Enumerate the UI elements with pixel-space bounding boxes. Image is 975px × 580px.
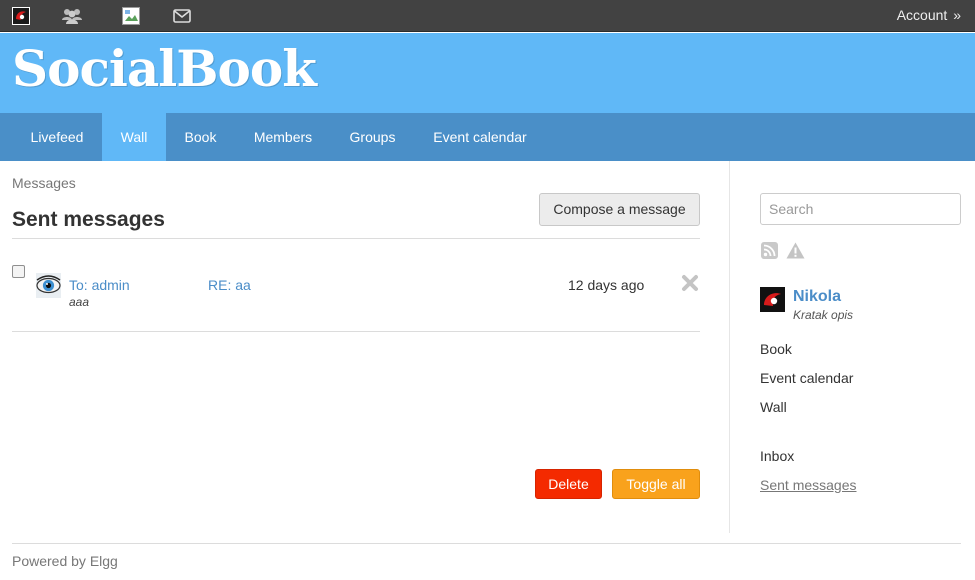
- rss-icon[interactable]: [761, 242, 778, 259]
- page-title: Sent messages: [12, 208, 165, 231]
- friends-icon[interactable]: [61, 6, 83, 26]
- sidebar-link-wall[interactable]: Wall: [760, 399, 787, 415]
- report-warning-icon[interactable]: [786, 242, 805, 259]
- message-subject[interactable]: RE: aa: [208, 277, 251, 293]
- footer-powered-by[interactable]: Powered by Elgg: [12, 553, 118, 569]
- account-menu[interactable]: Account »: [895, 7, 961, 23]
- nav-item-groups[interactable]: Groups: [331, 113, 414, 161]
- sidebar-link-sent-messages[interactable]: Sent messages: [760, 477, 857, 493]
- message-excerpt: aaa: [69, 295, 90, 309]
- avatar[interactable]: [36, 273, 61, 298]
- sidebar-link-inbox[interactable]: Inbox: [760, 448, 794, 464]
- message-recipient[interactable]: To: admin: [69, 277, 130, 293]
- broken-image-icon[interactable]: [121, 6, 141, 26]
- owner-brief-description: Kratak opis: [793, 308, 854, 322]
- message-timestamp: 12 days ago: [568, 277, 645, 293]
- owner-avatar[interactable]: [760, 287, 785, 312]
- chevron-right-icon: »: [953, 7, 961, 23]
- footer-divider: [12, 543, 961, 544]
- nav-item-wall[interactable]: Wall: [102, 113, 166, 161]
- nav-item-livefeed[interactable]: Livefeed: [12, 113, 102, 161]
- nav-item-event-calendar[interactable]: Event calendar: [414, 113, 546, 161]
- toggle-all-button[interactable]: Toggle all: [612, 469, 700, 499]
- sidebar-link-event-calendar[interactable]: Event calendar: [760, 370, 853, 386]
- nav-item-members[interactable]: Members: [235, 113, 331, 161]
- main-nav: Livefeed Wall Book Members Groups Event …: [0, 113, 975, 161]
- site-header: SocialBook: [0, 33, 975, 113]
- divider: [12, 331, 700, 332]
- message-checkbox[interactable]: [12, 265, 25, 278]
- delete-button[interactable]: Delete: [535, 469, 602, 499]
- search-input[interactable]: [760, 193, 961, 225]
- site-logo[interactable]: SocialBook: [12, 39, 317, 98]
- divider: [12, 238, 700, 239]
- sidebar-link-book[interactable]: Book: [760, 341, 792, 357]
- compose-message-button[interactable]: Compose a message: [539, 193, 700, 226]
- account-label: Account: [896, 7, 948, 23]
- messages-envelope-icon[interactable]: [173, 6, 191, 26]
- site-logo-icon[interactable]: [12, 6, 30, 26]
- topbar: Account »: [0, 0, 975, 32]
- nav-item-book[interactable]: Book: [166, 113, 235, 161]
- message-row: To: admin aaa RE: aa 12 days ago: [12, 258, 700, 318]
- breadcrumb[interactable]: Messages: [12, 175, 76, 191]
- sidebar-divider: [729, 161, 730, 533]
- delete-icon[interactable]: [681, 274, 699, 292]
- owner-name[interactable]: Nikola: [793, 288, 841, 306]
